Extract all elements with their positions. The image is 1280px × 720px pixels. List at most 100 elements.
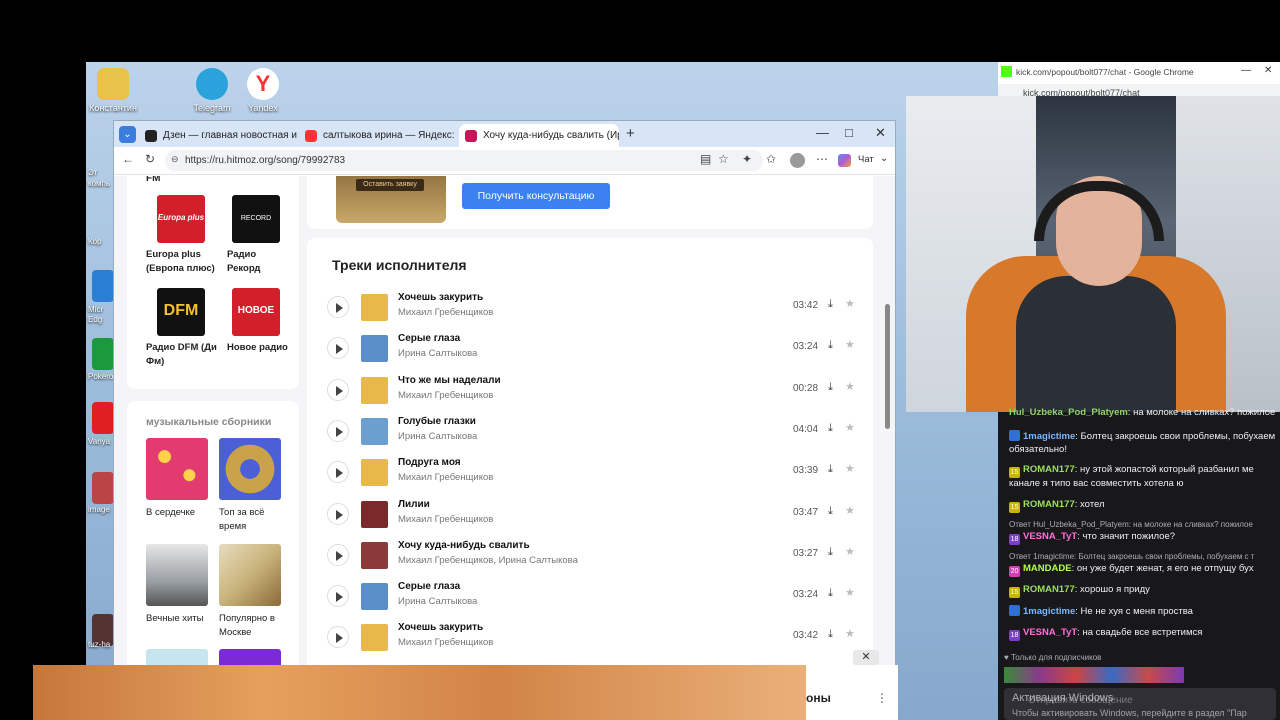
track-row[interactable]: Серые глаза Ирина Салтыкова 03:24 ⤓ ★ [307, 576, 867, 617]
play-icon[interactable] [327, 543, 349, 566]
collection-cover[interactable] [219, 544, 281, 606]
chat-username[interactable]: 1magictime [1023, 431, 1075, 442]
chat-username[interactable]: VESNA_TyT [1023, 627, 1077, 638]
refresh-icon[interactable]: ↻ [145, 152, 155, 166]
collection-cover[interactable] [146, 438, 208, 500]
track-artist[interactable]: Михаил Гребенщиков [398, 307, 493, 318]
favorites-icon[interactable]: ✩ [766, 152, 776, 166]
radio-label[interactable]: Радио Рекорд [227, 248, 287, 276]
url-input[interactable]: ⊖ https://ru.hitmoz.org/song/79992783 [165, 150, 763, 171]
track-title[interactable]: Хочешь закурить [398, 622, 483, 633]
play-icon[interactable] [327, 296, 349, 318]
chat-username[interactable]: ROMAN177 [1023, 464, 1075, 475]
track-artist[interactable]: Михаил Гребенщиков [398, 472, 493, 483]
track-artist[interactable]: Михаил Гребенщиков, Ирина Салтыкова [398, 555, 578, 566]
profile-icon[interactable] [790, 153, 805, 168]
maximize-button[interactable]: □ [845, 125, 853, 140]
europa-plus-logo[interactable]: Europa plus [157, 195, 205, 243]
download-icon[interactable]: ⤓ [828, 546, 833, 559]
back-icon[interactable]: ← [122, 152, 134, 166]
track-row[interactable]: Что же мы наделали Михаил Гребенщиков 00:2… [307, 370, 867, 411]
download-icon[interactable]: ⤓ [828, 381, 833, 394]
play-icon[interactable] [327, 461, 349, 484]
track-title[interactable]: Хочу куда-нибудь свалить [398, 540, 530, 551]
chat-username[interactable]: MANDADE [1023, 563, 1072, 574]
desktop-icon-user[interactable]: Константин [86, 68, 140, 113]
track-row[interactable]: Лилии Михаил Гребенщиков 03:47 ⤓ ★ [307, 494, 867, 535]
tab-yandex[interactable]: салтыкова ирина — Яндекс: наш ✕ [299, 124, 457, 147]
chat-username[interactable]: ROMAN177 [1023, 584, 1075, 595]
chat-username[interactable]: 1magictime [1023, 606, 1075, 617]
play-icon[interactable] [327, 378, 349, 401]
track-title[interactable]: Серые глаза [398, 333, 460, 344]
star-icon[interactable]: ★ [845, 297, 855, 310]
star-icon[interactable]: ★ [845, 504, 855, 517]
star-icon[interactable]: ★ [845, 421, 855, 434]
pokerok-icon[interactable] [92, 338, 114, 370]
chat-username[interactable]: VESNA_TyT [1023, 531, 1077, 542]
ad-small-button[interactable]: Оставить заявку [356, 179, 424, 191]
track-title[interactable]: Подруга моя [398, 457, 461, 468]
collection-cover[interactable] [146, 544, 208, 606]
download-icon[interactable]: ⤓ [828, 339, 833, 352]
download-icon[interactable]: ⤓ [828, 505, 833, 518]
scrollbar-thumb[interactable] [885, 304, 890, 429]
favorite-star-icon[interactable]: ☆ [718, 152, 729, 166]
track-title[interactable]: Что же мы наделали [398, 375, 501, 386]
new-tab-button[interactable]: + [626, 125, 635, 142]
ad-image[interactable]: Оставить заявку [336, 176, 446, 223]
star-icon[interactable]: ★ [845, 627, 855, 640]
chat-button[interactable]: Чат [858, 154, 874, 165]
track-row[interactable]: Хочешь закурить Михаил Гребенщиков 03:42 ⤓ ★ [307, 287, 867, 328]
star-icon[interactable]: ★ [845, 462, 855, 475]
reader-icon[interactable]: ▤ [700, 152, 711, 166]
track-artist[interactable]: Ирина Салтыкова [398, 596, 477, 607]
collection-cover[interactable] [146, 649, 208, 665]
close-window-button[interactable]: ✕ [875, 125, 886, 141]
chevron-down-icon[interactable]: ⌄ [880, 153, 888, 164]
star-icon[interactable]: ★ [845, 545, 855, 558]
radio-label[interactable]: Новое радио [227, 341, 291, 355]
more-icon[interactable]: ⋯ [816, 152, 828, 166]
track-row[interactable]: Хочу куда-нибудь свалить Михаил Гребенщик… [307, 535, 867, 576]
download-icon[interactable]: ⤓ [828, 298, 833, 311]
track-title[interactable]: Голубые глазки [398, 416, 476, 427]
collection-label[interactable]: Вечные хиты [146, 612, 211, 626]
close-window-button[interactable]: ✕ [1264, 65, 1272, 76]
record-logo[interactable]: RECORD [232, 195, 280, 243]
star-icon[interactable]: ★ [845, 380, 855, 393]
emote-row[interactable] [1004, 667, 1184, 683]
vanya-icon[interactable] [92, 402, 114, 434]
track-title[interactable]: Серые глаза [398, 581, 460, 592]
tab-hitmoz[interactable]: Хочу куда-нибудь свалить (Ирин ✕ [459, 124, 619, 147]
collection-label[interactable]: Топ за всё время [219, 506, 281, 534]
download-icon[interactable]: ⤓ [828, 422, 833, 435]
track-title[interactable]: Хочешь закурить [398, 292, 483, 303]
collection-cover[interactable] [219, 649, 281, 665]
play-icon[interactable] [327, 419, 349, 442]
track-artist[interactable]: Ирина Салтыкова [398, 431, 477, 442]
tab-actions-icon[interactable]: ⌄ [119, 126, 136, 143]
novoe-radio-logo[interactable]: НОВОЕ [232, 288, 280, 336]
play-icon[interactable] [327, 337, 349, 360]
play-icon[interactable] [327, 626, 349, 649]
track-artist[interactable]: Михаил Гребенщиков [398, 514, 493, 525]
star-icon[interactable]: ★ [845, 586, 855, 599]
download-icon[interactable]: ⤓ [828, 587, 833, 600]
extensions-icon[interactable]: ✦ [742, 152, 752, 166]
track-row[interactable]: Серые глаза Ирина Салтыкова 03:24 ⤓ ★ [307, 328, 867, 369]
download-icon[interactable]: ⤓ [828, 463, 833, 476]
collection-cover[interactable] [219, 438, 281, 500]
minimize-button[interactable]: — [816, 125, 829, 140]
image-icon[interactable] [92, 472, 114, 504]
minimize-button[interactable]: — [1241, 65, 1251, 76]
radio-label[interactable]: Радио DFM (Ди Фм) [146, 341, 222, 369]
desktop-icon-telegram[interactable]: Telegram [185, 68, 239, 113]
track-artist[interactable]: Михаил Гребенщиков [398, 390, 493, 401]
close-ad-button[interactable]: ✕ [853, 650, 879, 665]
chat-username[interactable]: Hul_Uzbeka_Pod_Platyem [1009, 407, 1128, 418]
track-row[interactable]: Голубые глазки Ирина Салтыкова 04:04 ⤓ ★ [307, 411, 867, 452]
desktop-icon-yandex[interactable]: Y Yandex [236, 68, 290, 113]
collection-label[interactable]: В сердечке [146, 506, 211, 520]
collection-label[interactable]: Популярно в Москве [219, 612, 281, 640]
